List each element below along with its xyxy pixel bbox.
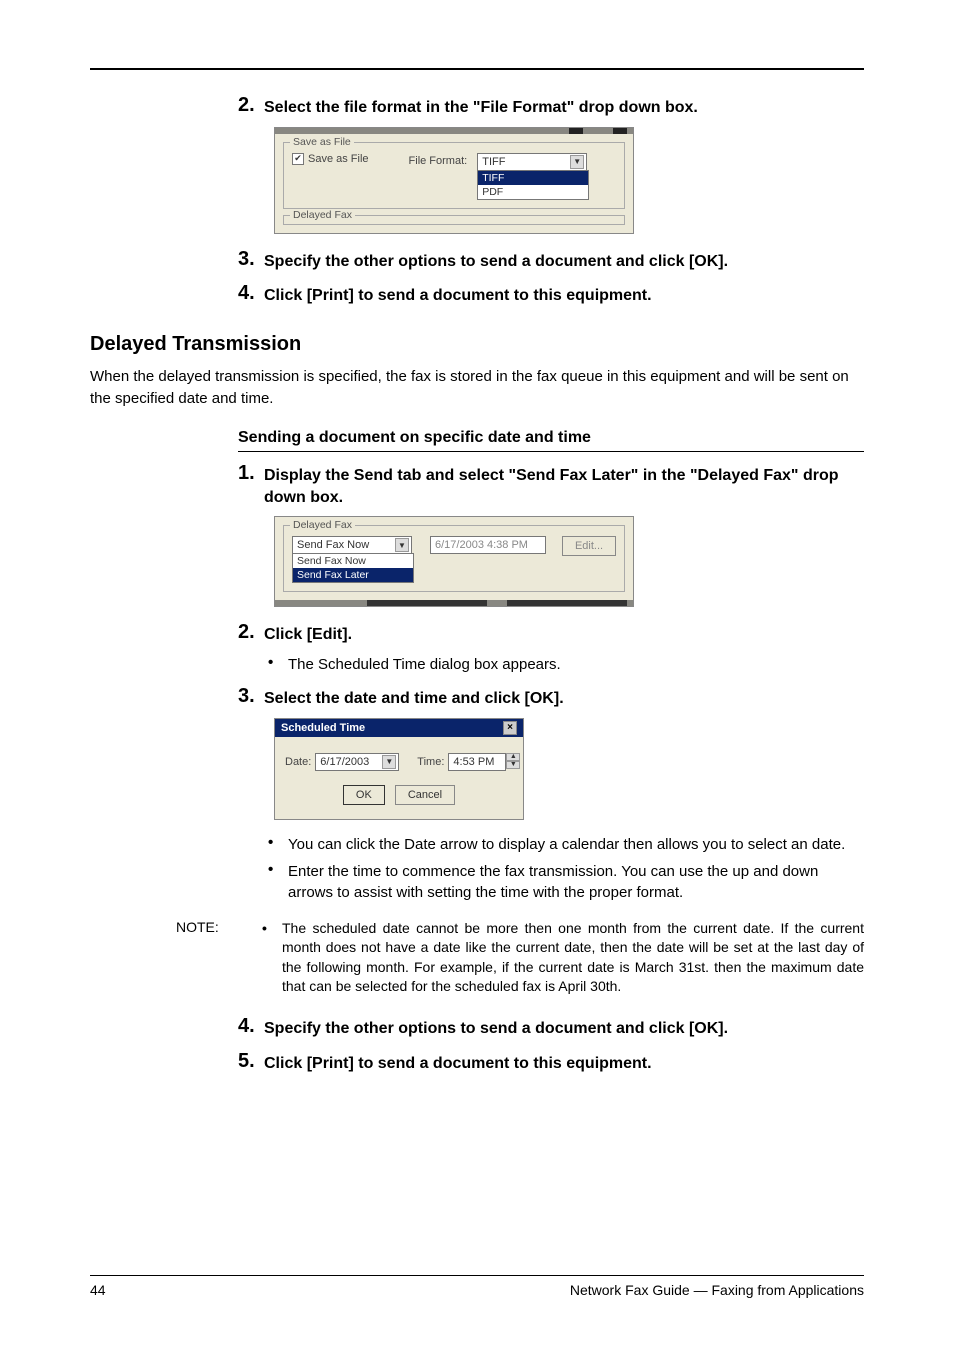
step-text: Click [Print] to send a document to this… xyxy=(264,1050,652,1075)
ok-button[interactable]: OK xyxy=(343,785,385,805)
step-text: Click [Edit]. xyxy=(264,621,352,646)
step-3-mid: 3. Select the date and time and click [O… xyxy=(238,685,864,710)
cancel-button[interactable]: Cancel xyxy=(395,785,455,805)
step-text: Specify the other options to send a docu… xyxy=(264,248,728,273)
spin-down-icon: ▼ xyxy=(506,761,520,769)
dialog-titlebar: Scheduled Time × xyxy=(275,719,523,737)
bullet-icon: • xyxy=(268,861,288,903)
spin-up-icon: ▲ xyxy=(506,753,520,761)
page-footer: 44 Network Fax Guide — Faxing from Appli… xyxy=(90,1275,864,1298)
section-body: When the delayed transmission is specifi… xyxy=(90,366,864,410)
group-legend: Save as File xyxy=(290,136,354,148)
checkbox-icon: ✔ xyxy=(292,153,304,165)
step-number: 4. xyxy=(238,282,264,305)
list-item[interactable]: PDF xyxy=(478,185,588,199)
step-text: Select the file format in the "File Form… xyxy=(264,94,698,119)
note-block: NOTE: • The scheduled date cannot be mor… xyxy=(176,919,864,997)
step-4-mid: 4. Specify the other options to send a d… xyxy=(238,1015,864,1040)
bullet: • The Scheduled Time dialog box appears. xyxy=(268,654,864,675)
save-as-file-checkbox[interactable]: ✔ Save as File xyxy=(292,153,369,165)
bullet-text: The Scheduled Time dialog box appears. xyxy=(288,654,561,675)
date-value: 6/17/2003 xyxy=(320,756,369,768)
section-heading: Delayed Transmission xyxy=(90,333,864,356)
step-4-top: 4. Click [Print] to send a document to t… xyxy=(238,282,864,307)
delayed-fax-group-collapsed: Delayed Fax xyxy=(283,215,625,225)
step-3-top: 3. Specify the other options to send a d… xyxy=(238,248,864,273)
file-format-listbox[interactable]: TIFF PDF xyxy=(477,170,589,200)
combo-value: Send Fax Now xyxy=(297,539,369,551)
chevron-down-icon: ▼ xyxy=(395,538,409,552)
step-5-mid: 5. Click [Print] to send a document to t… xyxy=(238,1050,864,1075)
checkbox-label: Save as File xyxy=(308,153,369,165)
delayed-fax-listbox[interactable]: Send Fax Now Send Fax Later xyxy=(292,553,414,583)
step-number: 5. xyxy=(238,1050,264,1073)
list-item[interactable]: Send Fax Later xyxy=(293,568,413,582)
time-field[interactable]: 4:53 PM xyxy=(448,753,506,771)
page-number: 44 xyxy=(90,1282,106,1298)
step-text: Specify the other options to send a docu… xyxy=(264,1015,728,1040)
chevron-down-icon: ▼ xyxy=(382,755,396,769)
bullet-icon: • xyxy=(268,654,288,675)
time-value: 4:53 PM xyxy=(453,756,494,768)
top-rule xyxy=(90,68,864,70)
time-label: Time: xyxy=(417,756,444,768)
bullet-icon: • xyxy=(268,834,288,855)
bullet-text: Enter the time to commence the fax trans… xyxy=(288,861,864,903)
dialog-title: Scheduled Time xyxy=(281,722,365,734)
subsection-rule xyxy=(238,451,864,452)
time-spinner[interactable]: ▲ ▼ xyxy=(506,753,520,771)
scheduled-datetime-display: 6/17/2003 4:38 PM xyxy=(430,536,546,554)
note-text: The scheduled date cannot be more then o… xyxy=(282,919,864,997)
step-number: 2. xyxy=(238,94,264,117)
step-text: Click [Print] to send a document to this… xyxy=(264,282,652,307)
edit-button[interactable]: Edit... xyxy=(562,536,616,556)
file-format-combo[interactable]: TIFF ▼ xyxy=(477,153,587,171)
group-legend: Delayed Fax xyxy=(290,519,355,531)
bullet-text: You can click the Date arrow to display … xyxy=(288,834,845,855)
close-icon[interactable]: × xyxy=(503,721,517,735)
date-label: Date: xyxy=(285,756,311,768)
step-text: Select the date and time and click [OK]. xyxy=(264,685,564,710)
bullet: • You can click the Date arrow to displa… xyxy=(268,834,864,855)
delayed-fax-screenshot: Delayed Fax Send Fax Now ▼ Send Fax Now … xyxy=(274,516,634,607)
group-legend: Delayed Fax xyxy=(290,209,355,221)
scheduled-time-dialog: Scheduled Time × Date: 6/17/2003 ▼ Time:… xyxy=(274,718,524,820)
step-2-top: 2. Select the file format in the "File F… xyxy=(238,94,864,119)
chevron-down-icon: ▼ xyxy=(570,155,584,169)
save-as-file-group: Save as File ✔ Save as File File Format:… xyxy=(283,142,625,209)
step-1-mid: 1. Display the Send tab and select "Send… xyxy=(238,462,864,508)
list-item[interactable]: Send Fax Now xyxy=(293,554,413,568)
step-text: Display the Send tab and select "Send Fa… xyxy=(264,462,864,508)
date-picker[interactable]: 6/17/2003 ▼ xyxy=(315,753,399,771)
step-number: 1. xyxy=(238,462,264,485)
delayed-fax-group: Delayed Fax Send Fax Now ▼ Send Fax Now … xyxy=(283,525,625,592)
bullet: • Enter the time to commence the fax tra… xyxy=(268,861,864,903)
bullet-icon: • xyxy=(262,919,282,997)
footer-title: Network Fax Guide — Faxing from Applicat… xyxy=(570,1282,864,1298)
delayed-fax-combo[interactable]: Send Fax Now ▼ xyxy=(292,536,412,554)
step-number: 2. xyxy=(238,621,264,644)
step-number: 3. xyxy=(238,248,264,271)
subsection-heading: Sending a document on specific date and … xyxy=(238,429,864,447)
step-number: 3. xyxy=(238,685,264,708)
step-number: 4. xyxy=(238,1015,264,1038)
list-item[interactable]: TIFF xyxy=(478,171,588,185)
note-label: NOTE: xyxy=(176,919,262,997)
save-as-file-screenshot: Save as File ✔ Save as File File Format:… xyxy=(274,127,634,234)
combo-value: TIFF xyxy=(482,156,505,168)
step-2-mid: 2. Click [Edit]. xyxy=(238,621,864,646)
file-format-label: File Format: xyxy=(409,153,468,167)
